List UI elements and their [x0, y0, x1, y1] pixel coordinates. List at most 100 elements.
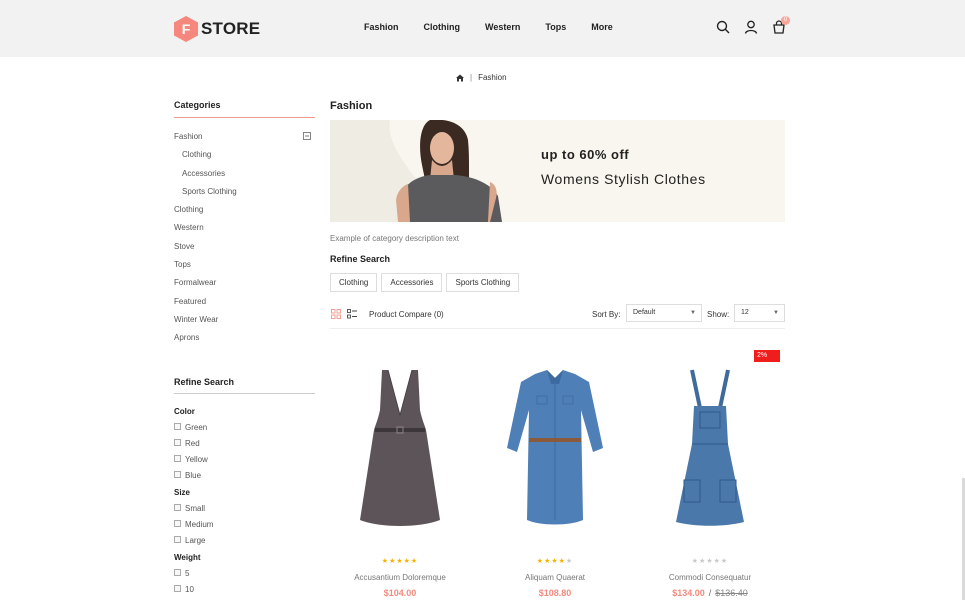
filter-option-label: Small: [185, 504, 206, 513]
cart-icon[interactable]: 0: [772, 16, 790, 34]
filter-option-label: 10: [185, 585, 194, 594]
grid-view-icon[interactable]: [331, 309, 341, 319]
categories-title: Categories: [174, 100, 315, 118]
show-count-select[interactable]: 12 ▼: [734, 304, 785, 322]
refine-button-accessories[interactable]: Accessories: [381, 273, 443, 292]
category-description: Example of category description text: [330, 234, 459, 243]
nav-item-fashion[interactable]: Fashion: [364, 22, 399, 32]
star-icon: ★: [691, 558, 700, 565]
star-icon: ★: [720, 558, 729, 565]
product-compare-link[interactable]: Product Compare (0): [369, 310, 444, 319]
chevron-down-icon: ▼: [773, 310, 779, 316]
checkbox[interactable]: [174, 423, 181, 430]
rating-stars: ★★★★★: [640, 557, 780, 565]
checkbox[interactable]: [174, 504, 181, 511]
category-item-aprons[interactable]: Aprons: [174, 333, 315, 351]
filter-option-label: 5: [185, 569, 190, 578]
category-item-western[interactable]: Western: [174, 223, 315, 241]
star-icon: ★: [410, 558, 419, 565]
home-icon[interactable]: [456, 74, 464, 82]
filter-option-yellow[interactable]: Yellow: [174, 455, 208, 464]
refine-button-clothing[interactable]: Clothing: [330, 273, 378, 292]
star-icon: ★: [396, 558, 404, 565]
product-price: $104.00: [330, 588, 470, 598]
banner-model-image: [330, 120, 550, 222]
price-separator: /: [708, 588, 712, 598]
banner-subheadline: Womens Stylish Clothes: [541, 171, 706, 187]
collapse-icon[interactable]: [303, 132, 311, 140]
checkbox[interactable]: [174, 569, 181, 576]
list-view-icon[interactable]: [347, 309, 357, 319]
category-subitem-accessories[interactable]: Accessories: [174, 169, 315, 187]
checkbox[interactable]: [174, 455, 181, 462]
filter-option-label: Red: [185, 439, 200, 448]
category-item-formalwear[interactable]: Formalwear: [174, 278, 315, 296]
category-subitem-sports-clothing[interactable]: Sports Clothing: [174, 187, 315, 205]
star-icon: ★: [551, 558, 559, 565]
rating-stars: ★★★★★: [330, 557, 470, 565]
nav-item-clothing[interactable]: Clothing: [424, 22, 461, 32]
category-item-featured[interactable]: Featured: [174, 297, 315, 315]
star-icon: ★: [713, 558, 721, 565]
page-title: Fashion: [330, 100, 373, 112]
logo[interactable]: F STORE: [174, 16, 260, 42]
product-name[interactable]: Commodi Consequatur: [640, 573, 780, 582]
category-subitem-clothing[interactable]: Clothing: [174, 150, 315, 168]
filter-option-red[interactable]: Red: [174, 439, 200, 448]
nav-item-western[interactable]: Western: [485, 22, 520, 32]
sort-by-select[interactable]: Default ▼: [626, 304, 702, 322]
star-icon: ★: [558, 558, 566, 565]
product-image-denim-shirt-dress[interactable]: [485, 360, 625, 540]
filter-title-color: Color: [174, 407, 195, 416]
checkbox[interactable]: [174, 585, 181, 592]
checkbox[interactable]: [174, 536, 181, 543]
category-item-tops[interactable]: Tops: [174, 260, 315, 278]
star-icon: ★: [706, 558, 714, 565]
breadcrumb-current[interactable]: Fashion: [478, 73, 506, 82]
price-current: $108.80: [538, 588, 572, 598]
search-icon[interactable]: [716, 20, 730, 34]
product-image-grey-dress[interactable]: [330, 360, 470, 540]
refine-button-sports-clothing[interactable]: Sports Clothing: [446, 273, 520, 292]
filter-option-label: Blue: [185, 471, 202, 480]
checkbox[interactable]: [174, 439, 181, 446]
category-item-stove[interactable]: Stove: [174, 242, 315, 260]
product-toolbar: Product Compare (0) Sort By: Default ▼ S…: [330, 304, 785, 329]
star-icon: ★: [381, 558, 390, 565]
chevron-down-icon: ▼: [690, 310, 696, 316]
product-name[interactable]: Aliquam Quaerat: [485, 573, 625, 582]
filter-option-large[interactable]: Large: [174, 536, 205, 545]
checkbox[interactable]: [174, 471, 181, 478]
product-name[interactable]: Accusantium Doloremque: [330, 573, 470, 582]
category-item-winter-wear[interactable]: Winter Wear: [174, 315, 315, 333]
star-icon: ★: [536, 558, 545, 565]
filter-option-label: Large: [185, 536, 206, 545]
star-icon: ★: [403, 558, 411, 565]
rating-stars: ★★★★★: [485, 557, 625, 565]
banner-headline: up to 60% off: [541, 147, 630, 162]
checkbox[interactable]: [174, 520, 181, 527]
filter-option-label: Yellow: [185, 455, 208, 464]
filter-option-10[interactable]: 10: [174, 585, 194, 594]
user-icon[interactable]: [744, 20, 758, 34]
filter-option-label: Green: [185, 423, 208, 432]
sidebar: Categories Fashion Clothing Accessories …: [174, 100, 315, 352]
category-item-fashion[interactable]: Fashion: [174, 132, 315, 150]
filter-option-5[interactable]: 5: [174, 569, 189, 578]
site-header: F STORE Fashion Clothing Western Tops Mo…: [0, 0, 965, 57]
logo-text: STORE: [201, 19, 261, 38]
filter-option-blue[interactable]: Blue: [174, 471, 201, 480]
cart-count-badge: 0: [781, 16, 790, 25]
nav-item-more[interactable]: More: [591, 22, 613, 32]
price-old: $136.40: [715, 588, 748, 598]
filter-option-small[interactable]: Small: [174, 504, 205, 513]
header-icons: 0: [716, 16, 800, 34]
filter-option-medium[interactable]: Medium: [174, 520, 213, 529]
category-item-clothing[interactable]: Clothing: [174, 205, 315, 223]
product-image-denim-overall-dress[interactable]: [640, 360, 780, 540]
nav-item-tops[interactable]: Tops: [545, 22, 566, 32]
main-nav: Fashion Clothing Western Tops More: [364, 22, 638, 32]
show-count-value: 12: [741, 309, 749, 316]
show-label: Show:: [707, 310, 730, 319]
filter-option-green[interactable]: Green: [174, 423, 207, 432]
